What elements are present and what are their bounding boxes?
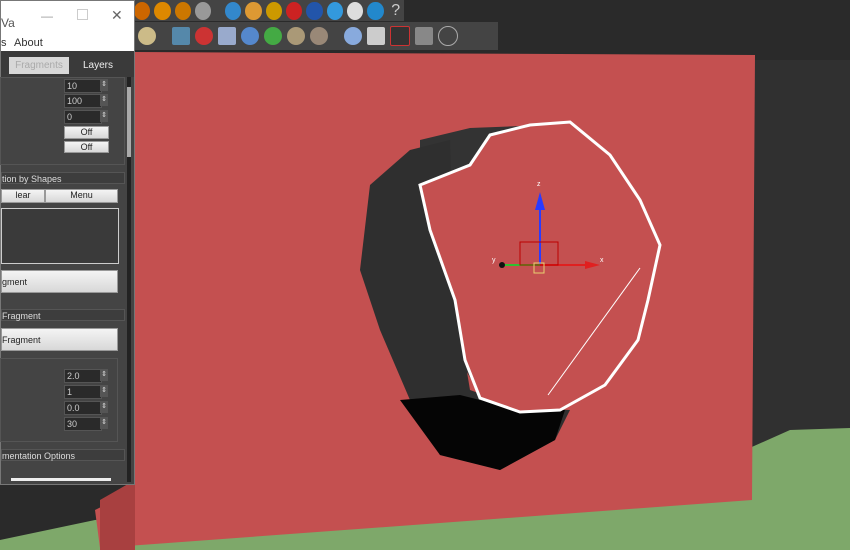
option-bar (11, 478, 111, 481)
spinner-field[interactable]: 1 (64, 385, 102, 399)
environment-icon[interactable] (326, 1, 343, 20)
group-header-fragment[interactable]: Fragment (1, 309, 125, 321)
spinner-field[interactable]: 2.0 (64, 369, 102, 383)
toggle-off-button[interactable]: Off (64, 126, 109, 139)
close-button[interactable]: ✕ (111, 7, 123, 24)
secondary-toolbar (130, 22, 498, 50)
render-icon[interactable] (265, 1, 282, 20)
water-icon[interactable] (367, 1, 384, 20)
plant-icon[interactable] (264, 27, 282, 45)
scrollbar[interactable] (127, 77, 131, 482)
maximize-button[interactable] (77, 9, 88, 20)
title-bar: Va — ✕ (1, 1, 134, 33)
tab-bar: Fragments Layers (1, 51, 134, 77)
particle-icon[interactable] (241, 27, 259, 45)
spinner-arrows-icon[interactable]: ⇕ (100, 79, 108, 91)
spinner-field[interactable]: 0 (64, 110, 102, 124)
menu-button[interactable]: Menu (45, 189, 118, 203)
molecule-icon[interactable] (195, 27, 213, 45)
help-icon[interactable]: ? (388, 2, 404, 20)
group-header-shapes[interactable]: tion by Shapes (1, 172, 125, 184)
menu-about[interactable]: About (14, 37, 43, 49)
render-frame-icon[interactable] (285, 1, 303, 20)
spinner-arrows-icon[interactable]: ⇕ (100, 401, 108, 413)
light-icon[interactable] (306, 1, 323, 20)
clear-button[interactable]: lear (1, 189, 45, 203)
sphere-icon[interactable] (138, 27, 156, 45)
help-icon[interactable] (438, 26, 458, 46)
material-icon[interactable] (245, 1, 262, 20)
pan-icon[interactable] (310, 27, 328, 45)
main-toolbar: ? (130, 0, 404, 21)
fragment-button[interactable]: gment (1, 270, 118, 293)
globe-icon[interactable] (344, 27, 362, 45)
grid-icon[interactable] (172, 27, 190, 45)
toggle-off-button[interactable]: Off (64, 141, 109, 153)
spinner-arrows-icon[interactable]: ⇕ (100, 385, 108, 397)
menu-bar: s About (1, 33, 134, 51)
group-header-options[interactable]: mentation Options (1, 449, 125, 461)
fragment-action-button[interactable]: Fragment (1, 328, 118, 351)
render-icon[interactable] (367, 27, 385, 45)
spinner-arrows-icon[interactable]: ⇕ (100, 417, 108, 429)
tab-fragments[interactable]: Fragments (9, 57, 69, 74)
plugin-window: Va — ✕ s About Fragments Layers 10 ⇕ 100 ⇕… (0, 0, 135, 485)
scene-icon[interactable] (195, 1, 212, 20)
spinner-arrows-icon[interactable]: ⇕ (100, 369, 108, 381)
window-title: Va (1, 16, 15, 30)
fire-icon[interactable] (134, 1, 151, 20)
hair-icon[interactable] (287, 27, 305, 45)
axis-label-y: y (492, 257, 496, 264)
spinner-arrows-icon[interactable]: ⇕ (100, 110, 108, 122)
shapes-list[interactable] (1, 208, 119, 264)
teapot-icon[interactable] (224, 1, 242, 20)
spinner-field[interactable]: 100 (64, 94, 102, 108)
sailboat-icon[interactable] (346, 1, 364, 20)
tab-layers[interactable]: Layers (73, 57, 123, 74)
fire-icon[interactable] (154, 1, 171, 20)
viewport-icon[interactable] (390, 26, 410, 46)
shape-icon[interactable] (218, 27, 236, 45)
axis-label-z: z (537, 181, 541, 188)
spinner-field[interactable]: 30 (64, 417, 102, 431)
info-icon[interactable] (415, 27, 433, 45)
spinner-arrows-icon[interactable]: ⇕ (100, 94, 108, 106)
spinner-field[interactable]: 0.0 (64, 401, 102, 415)
fire-icon[interactable] (174, 1, 192, 20)
spinner-field[interactable]: 10 (64, 79, 102, 93)
minimize-button[interactable]: — (41, 9, 53, 23)
axis-label-x: x (600, 257, 604, 264)
